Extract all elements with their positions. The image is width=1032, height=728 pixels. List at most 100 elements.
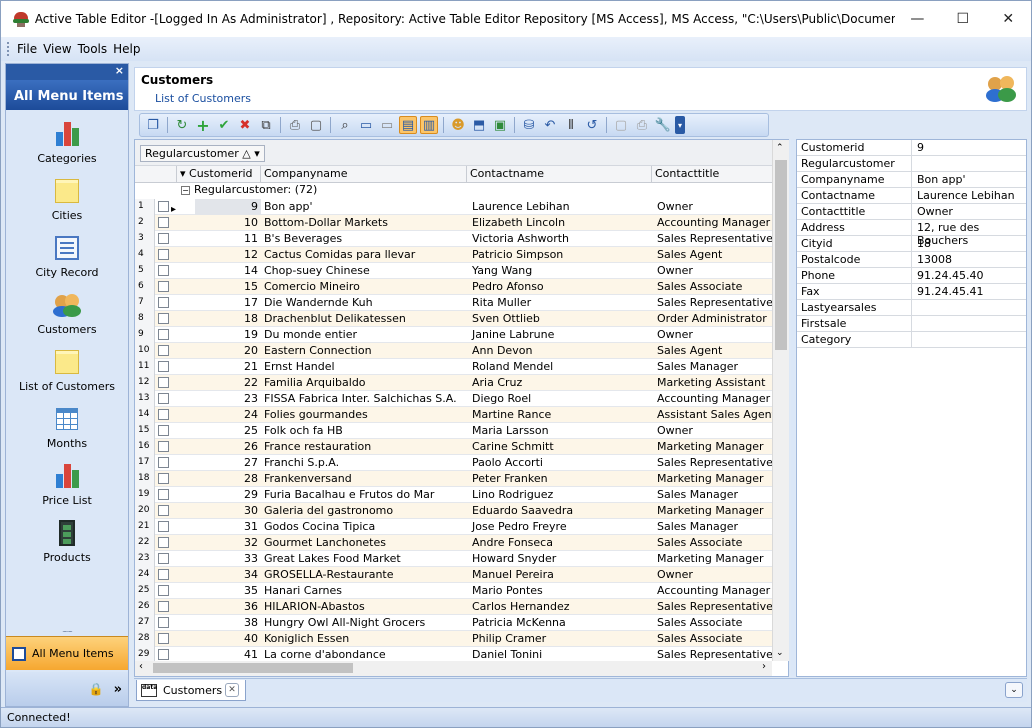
row-select-checkbox[interactable] bbox=[155, 343, 177, 359]
cell-contactname[interactable]: Philip Cramer bbox=[469, 631, 652, 647]
nav-item-products[interactable]: Products bbox=[6, 513, 128, 570]
nav-item-list-of-customers[interactable]: List of Customers bbox=[6, 342, 128, 399]
table-row[interactable]: 13 23 FISSA Fabrica Inter. Salchichas S.A.… bbox=[135, 391, 772, 407]
property-value[interactable] bbox=[913, 156, 1028, 172]
row-select-checkbox[interactable] bbox=[155, 359, 177, 375]
row-select-checkbox[interactable] bbox=[155, 519, 177, 535]
row-select-checkbox[interactable] bbox=[155, 391, 177, 407]
nav-item-cities[interactable]: Cities bbox=[6, 171, 128, 228]
checkbox-icon[interactable] bbox=[158, 633, 169, 644]
cell-companyname[interactable]: La corne d'abondance bbox=[261, 647, 467, 661]
users-icon[interactable]: ☻ bbox=[449, 116, 467, 134]
nav-item-city-record[interactable]: City Record bbox=[6, 228, 128, 285]
nav-splitter-grip[interactable]: ........ bbox=[6, 627, 128, 634]
print-preview-icon[interactable]: ▢ bbox=[307, 116, 325, 134]
row-select-checkbox[interactable] bbox=[155, 583, 177, 599]
tab-list-dropdown-icon[interactable]: ⌄ bbox=[1005, 682, 1023, 698]
cell-contactname[interactable]: Eduardo Saavedra bbox=[469, 503, 652, 519]
cell-contactname[interactable]: Jose Pedro Freyre bbox=[469, 519, 652, 535]
row-select-checkbox[interactable]: ▸ bbox=[155, 199, 177, 215]
horizontal-scrollbar[interactable]: ‹ › bbox=[135, 661, 772, 676]
checkbox-icon[interactable] bbox=[158, 601, 169, 612]
nav-item-months[interactable]: Months bbox=[6, 399, 128, 456]
delete-record-icon[interactable]: ✖ bbox=[236, 116, 254, 134]
cell-companyname[interactable]: Eastern Connection bbox=[261, 343, 467, 359]
checkbox-icon[interactable] bbox=[158, 425, 169, 436]
cell-customerid[interactable]: 28 bbox=[195, 471, 261, 487]
cell-customerid[interactable]: 36 bbox=[195, 599, 261, 615]
checkbox-icon[interactable] bbox=[158, 489, 169, 500]
save-check-icon[interactable]: ✔ bbox=[215, 116, 233, 134]
checkbox-icon[interactable] bbox=[158, 537, 169, 548]
columns-icon[interactable]: ⫴ bbox=[562, 116, 580, 134]
row-select-checkbox[interactable] bbox=[155, 263, 177, 279]
cell-contacttitle[interactable]: Sales Agent bbox=[654, 247, 772, 263]
cell-contactname[interactable]: Sven Ottlieb bbox=[469, 311, 652, 327]
table-row[interactable]: 3 11 B's Beverages Victoria Ashworth Sales R… bbox=[135, 231, 772, 247]
row-select-checkbox[interactable] bbox=[155, 375, 177, 391]
cell-customerid[interactable]: 18 bbox=[195, 311, 261, 327]
cell-contacttitle[interactable]: Sales Manager bbox=[654, 487, 772, 503]
nav-item-price-list[interactable]: Price List bbox=[6, 456, 128, 513]
close-button[interactable]: ✕ bbox=[986, 1, 1031, 37]
cell-companyname[interactable]: GROSELLA-Restaurante bbox=[261, 567, 467, 583]
cell-contacttitle[interactable]: Owner bbox=[654, 567, 772, 583]
tab-customers[interactable]: data Customers ✕ bbox=[136, 680, 246, 701]
cell-companyname[interactable]: Ernst Handel bbox=[261, 359, 467, 375]
cell-contacttitle[interactable]: Sales Representative bbox=[654, 647, 772, 661]
row-select-checkbox[interactable] bbox=[155, 423, 177, 439]
scroll-left-arrow-icon[interactable]: ‹ bbox=[139, 661, 143, 672]
property-value[interactable]: 91.24.45.41 bbox=[913, 284, 1028, 300]
table-row[interactable]: 17 27 Franchi S.p.A. Paolo Accorti Sales Rep… bbox=[135, 455, 772, 471]
cell-contactname[interactable]: Carlos Hernandez bbox=[469, 599, 652, 615]
collapse-icon[interactable]: − bbox=[181, 186, 190, 195]
table-row[interactable]: 10 20 Eastern Connection Ann Devon Sales Age… bbox=[135, 343, 772, 359]
cell-contactname[interactable]: Roland Mendel bbox=[469, 359, 652, 375]
cell-companyname[interactable]: Du monde entier bbox=[261, 327, 467, 343]
row-select-checkbox[interactable] bbox=[155, 647, 177, 661]
form-view-icon[interactable]: ▥ bbox=[420, 116, 438, 134]
property-value[interactable]: Bon app' bbox=[913, 172, 1028, 188]
checkbox-icon[interactable] bbox=[158, 617, 169, 628]
cell-contacttitle[interactable]: Order Administrator bbox=[654, 311, 772, 327]
cell-companyname[interactable]: Furia Bacalhau e Frutos do Mar bbox=[261, 487, 467, 503]
cell-companyname[interactable]: Gourmet Lanchonetes bbox=[261, 535, 467, 551]
checkbox-icon[interactable] bbox=[158, 569, 169, 580]
cell-contactname[interactable]: Maria Larsson bbox=[469, 423, 652, 439]
property-value[interactable] bbox=[913, 316, 1028, 332]
cell-customerid[interactable]: 31 bbox=[195, 519, 261, 535]
property-value[interactable] bbox=[913, 300, 1028, 316]
cell-contactname[interactable]: Martine Rance bbox=[469, 407, 652, 423]
cell-companyname[interactable]: Chop-suey Chinese bbox=[261, 263, 467, 279]
cell-companyname[interactable]: FISSA Fabrica Inter. Salchichas S.A. bbox=[261, 391, 467, 407]
cell-customerid[interactable]: 34 bbox=[195, 567, 261, 583]
cell-customerid[interactable]: 14 bbox=[195, 263, 261, 279]
cell-contactname[interactable]: Ann Devon bbox=[469, 343, 652, 359]
printer-icon[interactable]: ⎙ bbox=[633, 116, 651, 134]
property-value[interactable]: 12, rue des Bouchers bbox=[913, 220, 1028, 247]
cell-contacttitle[interactable]: Owner bbox=[654, 199, 772, 215]
cell-companyname[interactable]: Great Lakes Food Market bbox=[261, 551, 467, 567]
cell-contacttitle[interactable]: Sales Associate bbox=[654, 631, 772, 647]
cell-contactname[interactable]: Patricia McKenna bbox=[469, 615, 652, 631]
cell-companyname[interactable]: Drachenblut Delikatessen bbox=[261, 311, 467, 327]
cell-companyname[interactable]: Cactus Comidas para llevar bbox=[261, 247, 467, 263]
cell-contacttitle[interactable]: Sales Manager bbox=[654, 519, 772, 535]
cell-contacttitle[interactable]: Sales Representative bbox=[654, 455, 772, 471]
cell-contactname[interactable]: Victoria Ashworth bbox=[469, 231, 652, 247]
cell-companyname[interactable]: Franchi S.p.A. bbox=[261, 455, 467, 471]
cell-contacttitle[interactable]: Marketing Manager bbox=[654, 471, 772, 487]
cell-contacttitle[interactable]: Marketing Assistant bbox=[654, 375, 772, 391]
cell-contacttitle[interactable]: Sales Associate bbox=[654, 535, 772, 551]
cell-companyname[interactable]: HILARION-Abastos bbox=[261, 599, 467, 615]
menu-help[interactable]: Help bbox=[110, 42, 143, 56]
row-select-checkbox[interactable] bbox=[155, 279, 177, 295]
cell-customerid[interactable]: 40 bbox=[195, 631, 261, 647]
cell-contactname[interactable]: Andre Fonseca bbox=[469, 535, 652, 551]
copy-record-icon[interactable]: ⧉ bbox=[257, 116, 275, 134]
group-chip-regularcustomer[interactable]: Regularcustomer △ ▾ bbox=[140, 145, 265, 162]
cell-customerid[interactable]: 22 bbox=[195, 375, 261, 391]
checkbox-icon[interactable] bbox=[158, 297, 169, 308]
grid-view-icon[interactable]: ▤ bbox=[399, 116, 417, 134]
checkbox-icon[interactable] bbox=[158, 329, 169, 340]
